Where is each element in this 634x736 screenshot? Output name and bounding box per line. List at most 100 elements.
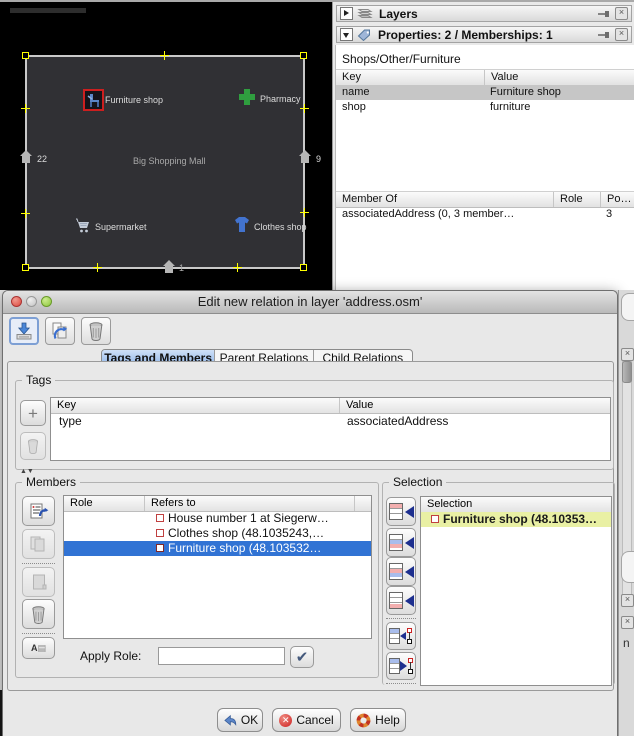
apply-role-confirm-button[interactable]: ✔ — [290, 646, 314, 668]
trash-icon — [87, 321, 105, 341]
member-row[interactable]: House number 1 at Siegerw… — [64, 511, 371, 526]
poi-label-pharmacy: Pharmacy — [260, 94, 301, 104]
map-node[interactable] — [22, 52, 29, 59]
add-selection-at-start-button[interactable] — [386, 497, 416, 526]
occluded-panel-button[interactable] — [621, 293, 634, 321]
map-scale-bar — [10, 8, 86, 13]
edit-member-button[interactable] — [22, 496, 55, 526]
delete-tag-button[interactable] — [20, 432, 46, 460]
house-icon[interactable] — [19, 149, 33, 164]
tag-row-type[interactable]: type associatedAddress — [51, 413, 610, 429]
expand-layers-button[interactable] — [340, 7, 353, 20]
dialog-title: Edit new relation in layer 'address.osm' — [3, 291, 617, 313]
map-node[interactable] — [300, 52, 307, 59]
map-node[interactable] — [300, 208, 309, 217]
property-row-name[interactable]: name Furniture shop — [336, 85, 634, 100]
occluded-panel-button[interactable] — [621, 551, 634, 583]
preset-link[interactable]: Shops/Other/Furniture — [336, 50, 634, 69]
collapse-properties-button[interactable] — [340, 28, 353, 41]
close-panel-icon[interactable]: × — [621, 348, 634, 361]
tags-table-header[interactable]: Key Value — [51, 398, 610, 414]
relation-editor-dialog: Edit new relation in layer 'address.osm'… — [2, 290, 618, 736]
selection-row[interactable]: Furniture shop (48.10353… — [421, 512, 611, 527]
tags-table: Key Value type associatedAddress — [50, 397, 611, 461]
cancel-button[interactable]: ✕ Cancel — [272, 708, 341, 732]
map-node[interactable] — [93, 263, 102, 272]
josm-screen: Furniture shop Pharmacy 22 9 Big Shoppin… — [0, 0, 634, 736]
add-selection-before-button[interactable] — [386, 528, 416, 557]
pin-icon[interactable] — [597, 9, 611, 19]
ok-button[interactable]: OK — [217, 708, 263, 732]
selection-table: Selection Furniture shop (48.10353… — [420, 496, 612, 686]
column-member-of: Member Of — [336, 192, 553, 207]
copy-member-button[interactable] — [22, 529, 55, 559]
layers-icon — [357, 7, 373, 20]
close-properties-icon[interactable]: × — [615, 28, 628, 41]
house-icon[interactable] — [298, 149, 312, 164]
map-node[interactable] — [21, 104, 30, 113]
window-minimize-button[interactable] — [26, 296, 37, 307]
toolbar-separator — [386, 683, 416, 684]
help-button[interactable]: Help — [350, 708, 406, 732]
house-number-22: 22 — [37, 154, 47, 164]
add-tag-button[interactable]: + — [20, 400, 46, 426]
map-node[interactable] — [300, 104, 309, 113]
pharmacy-cross-icon[interactable] — [239, 89, 255, 105]
property-row-shop[interactable]: shop furniture — [336, 100, 634, 115]
map-node[interactable] — [300, 264, 307, 271]
house-icon[interactable] — [162, 259, 176, 274]
delete-member-button[interactable] — [22, 599, 55, 629]
paste-member-button[interactable] — [22, 567, 55, 597]
map-node[interactable] — [21, 209, 30, 218]
tags-group: Tags + Key Value type associa — [15, 380, 614, 470]
map-view[interactable]: Furniture shop Pharmacy 22 9 Big Shoppin… — [0, 2, 332, 290]
node-marker-icon — [431, 515, 439, 523]
window-zoom-button[interactable] — [41, 296, 52, 307]
shopping-cart-icon[interactable] — [75, 217, 92, 234]
membership-row[interactable]: associatedAddress (0, 3 member… 3 — [336, 207, 634, 222]
layers-panel-title: Layers — [377, 7, 593, 21]
node-marker-icon — [156, 529, 164, 537]
select-members-button[interactable] — [386, 622, 416, 650]
member-row[interactable]: Clothes shop (48.1035243,… — [64, 526, 371, 541]
properties-table-header[interactable]: Key Value — [336, 69, 634, 86]
map-node[interactable] — [22, 264, 29, 271]
select-in-relation-button[interactable] — [386, 652, 416, 680]
chair-icon[interactable] — [83, 89, 104, 111]
apply-role-input[interactable] — [158, 647, 285, 665]
house-number-9: 9 — [316, 154, 321, 164]
column-position: Po… — [600, 192, 634, 207]
tag-icon — [357, 28, 372, 41]
column-refers-to: Refers to — [144, 496, 354, 511]
window-close-button[interactable] — [11, 296, 22, 307]
add-selection-at-end-button[interactable] — [386, 586, 416, 615]
move-up-down-buttons[interactable]: ▲▼ — [20, 468, 34, 475]
node-marker-icon — [156, 514, 164, 522]
members-table-header[interactable]: Role Refers to — [64, 496, 371, 512]
pin-icon[interactable] — [597, 30, 611, 40]
column-blank — [354, 496, 371, 511]
map-node[interactable] — [160, 51, 169, 60]
poi-label-supermarket: Supermarket — [95, 222, 147, 232]
scrollbar-thumb[interactable] — [622, 361, 632, 383]
apply-changes-button[interactable] — [9, 317, 39, 345]
close-panel-icon[interactable]: × — [621, 616, 634, 629]
tshirt-icon[interactable] — [234, 216, 250, 233]
close-panel-icon[interactable]: × — [621, 594, 634, 607]
membership-table-header[interactable]: Member Of Role Po… — [336, 191, 634, 208]
delete-relation-button[interactable] — [81, 317, 111, 345]
map-node[interactable] — [233, 263, 242, 272]
selection-table-header[interactable]: Selection — [421, 497, 611, 513]
close-layers-icon[interactable]: × — [615, 7, 628, 20]
node-marker-icon — [156, 544, 164, 552]
member-row-selected[interactable]: Furniture shop (48.103532… — [64, 541, 371, 556]
column-role: Role — [64, 496, 144, 511]
toolbar-separator — [22, 633, 55, 634]
members-table: Role Refers to House number 1 at Siegerw… — [63, 495, 372, 639]
add-selection-after-button[interactable] — [386, 557, 416, 586]
sort-icon: A▤ — [31, 643, 46, 654]
dialog-titlebar[interactable]: Edit new relation in layer 'address.osm' — [3, 291, 617, 314]
table-icon — [389, 628, 400, 644]
sort-members-button[interactable]: A▤ — [22, 637, 55, 659]
refresh-button[interactable] — [45, 317, 75, 345]
